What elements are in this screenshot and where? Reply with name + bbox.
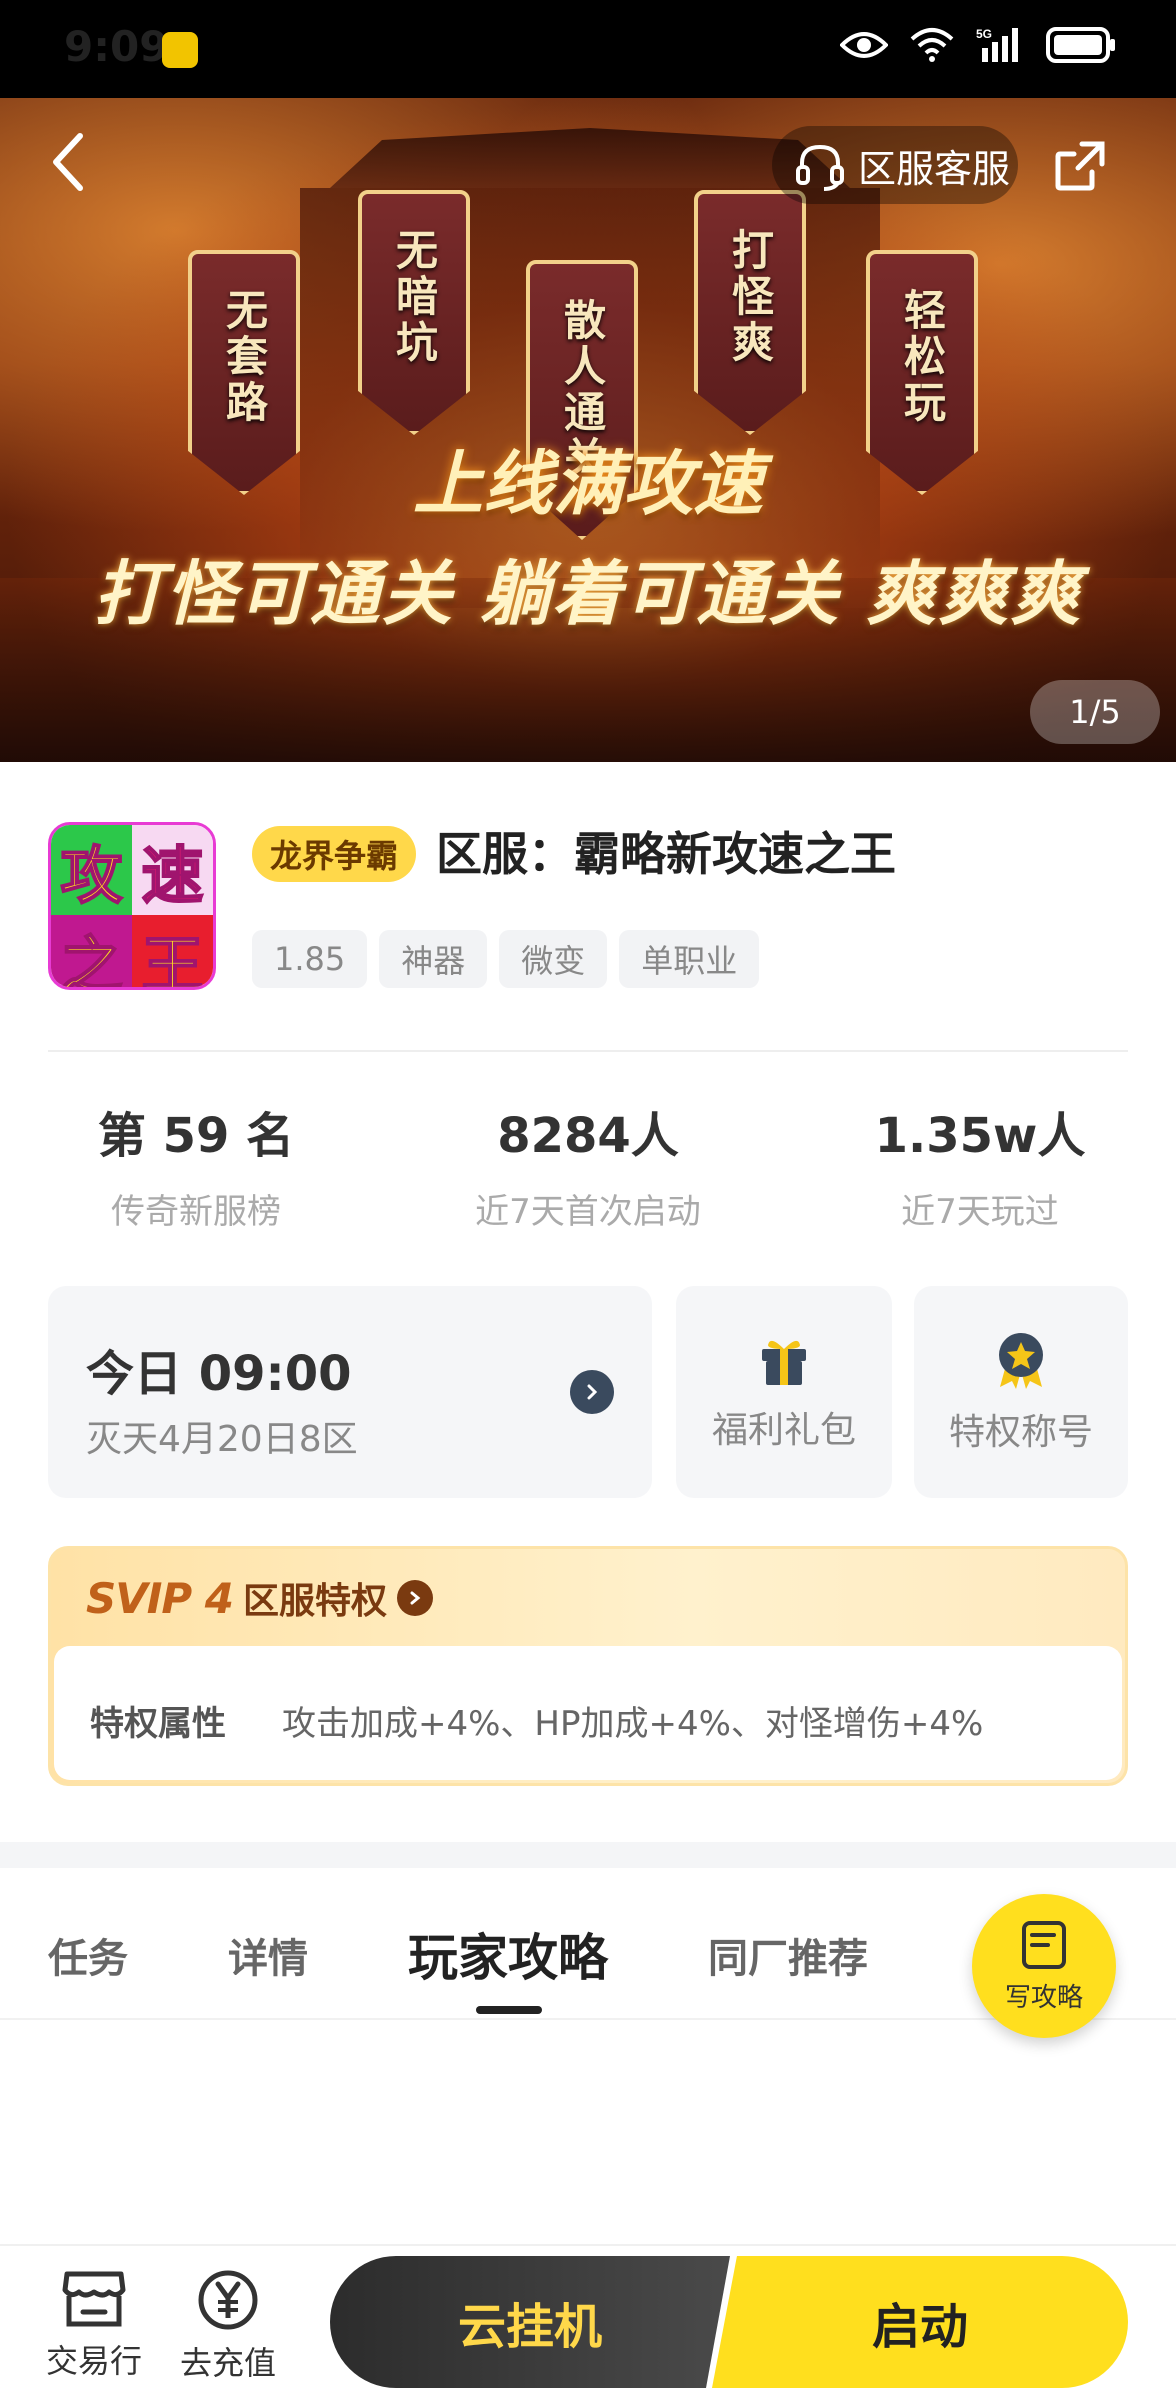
stat-value: 8284人 [497, 1108, 679, 1164]
wifi-icon [910, 28, 954, 62]
write-guide-button[interactable]: 写攻略 [972, 1894, 1116, 2038]
server-open-name: 灭天4月20日8区 [86, 1419, 358, 1460]
tab-same-publisher[interactable]: 同厂推荐 [708, 1926, 868, 1984]
stat-label: 近7天玩过 [901, 1192, 1059, 1232]
back-button[interactable] [48, 130, 88, 198]
stat-label: 近7天首次启动 [475, 1192, 701, 1232]
stat-label: 传奇新服榜 [111, 1192, 281, 1232]
tab-tasks[interactable]: 任务 [48, 1926, 128, 1984]
game-icon-char: 王 [132, 915, 213, 987]
tab-player-guides[interactable]: 玩家攻略 [408, 1918, 608, 1990]
game-icon-char: 攻 [51, 825, 132, 915]
signal-icon: 5G [976, 27, 1018, 62]
share-icon [1055, 141, 1105, 191]
status-icons: 5G [840, 26, 1116, 64]
headset-icon [796, 144, 844, 191]
privilege-title-card[interactable]: 特权称号 [914, 1286, 1128, 1498]
stat-value: 第 59 名 [97, 1108, 295, 1164]
section-gap [0, 1842, 1176, 1868]
tab-active-indicator [476, 2006, 542, 2014]
svip-title: 区服特权 [243, 1581, 388, 1622]
svip-badge: SVIP 4 [86, 1573, 234, 1623]
banner-slogan-sub: 打怪可通关 躺着可通关 爽爽爽 [93, 553, 1083, 635]
recharge-label: 去充值 [180, 2344, 277, 2382]
banner-pennant: 无暗坑 [358, 190, 470, 435]
banner-pennant: 打怪爽 [694, 190, 806, 435]
privilege-title-label: 特权称号 [948, 1412, 1093, 1453]
trade-button[interactable]: 交易行 [46, 2268, 142, 2382]
game-category-tag: 龙界争霸 [252, 826, 417, 882]
svip-header[interactable]: SVIP 4 区服特权 [86, 1572, 434, 1624]
yuan-coin-icon [198, 2270, 258, 2330]
divider [48, 1050, 1128, 1052]
back-arrow-icon [53, 133, 83, 191]
svg-text:5G: 5G [976, 27, 992, 41]
chevron-right-icon [397, 1580, 434, 1616]
server-open-time: 今日 09:00 [86, 1346, 352, 1402]
medal-icon [999, 1333, 1043, 1389]
game-tag: 微变 [499, 930, 608, 988]
trade-label: 交易行 [46, 2342, 143, 2380]
notification-app-icon [162, 32, 198, 68]
recharge-button[interactable]: 去充值 [180, 2268, 276, 2384]
chevron-right-icon[interactable] [570, 1370, 614, 1414]
tab-details[interactable]: 详情 [228, 1926, 308, 1984]
battery-icon [1046, 27, 1115, 63]
game-tag: 单职业 [619, 930, 760, 988]
game-icon-char: 之 [51, 915, 132, 987]
status-time: 9:09 [64, 22, 169, 71]
banner-slogan-main: 上线满攻速 [413, 443, 763, 525]
cloud-idle-button[interactable]: 云挂机 [330, 2256, 730, 2388]
svip-attr-key: 特权属性 [90, 1704, 226, 1744]
customer-service-label: 区服客服 [858, 146, 1011, 191]
eye-icon [840, 32, 888, 58]
note-edit-icon [1022, 1920, 1066, 1969]
stat-value: 1.35w人 [874, 1108, 1086, 1164]
game-icon-char: 速 [132, 825, 213, 915]
customer-service-button[interactable]: 区服客服 [772, 126, 1018, 204]
svip-attr-value: 攻击加成+4%、HP加成+4%、对怪增伤+4% [282, 1704, 984, 1744]
share-button[interactable] [1052, 138, 1108, 198]
write-guide-label: 写攻略 [1004, 1982, 1083, 2013]
gift-icon [762, 1340, 806, 1385]
start-game-button[interactable]: 启动 [712, 2256, 1128, 2388]
shop-icon [62, 2271, 126, 2327]
stat-played: 1.35w人 近7天玩过 [800, 1096, 1160, 1233]
game-tag: 1.85 [252, 930, 368, 988]
stat-rank[interactable]: 第 59 名 传奇新服榜 [16, 1096, 376, 1233]
game-tag: 神器 [379, 930, 488, 988]
stat-first-launch: 8284人 近7天首次启动 [408, 1096, 768, 1233]
gift-pack-label: 福利礼包 [711, 1410, 856, 1451]
game-tags: 1.85 神器 微变 单职业 [252, 930, 760, 988]
game-icon: 攻 速 之 王 [48, 822, 216, 990]
banner-page-indicator: 1/5 [1030, 680, 1160, 744]
game-title: 区服：霸略新攻速之王 [436, 827, 896, 881]
gift-pack-card[interactable]: 福利礼包 [676, 1286, 892, 1498]
